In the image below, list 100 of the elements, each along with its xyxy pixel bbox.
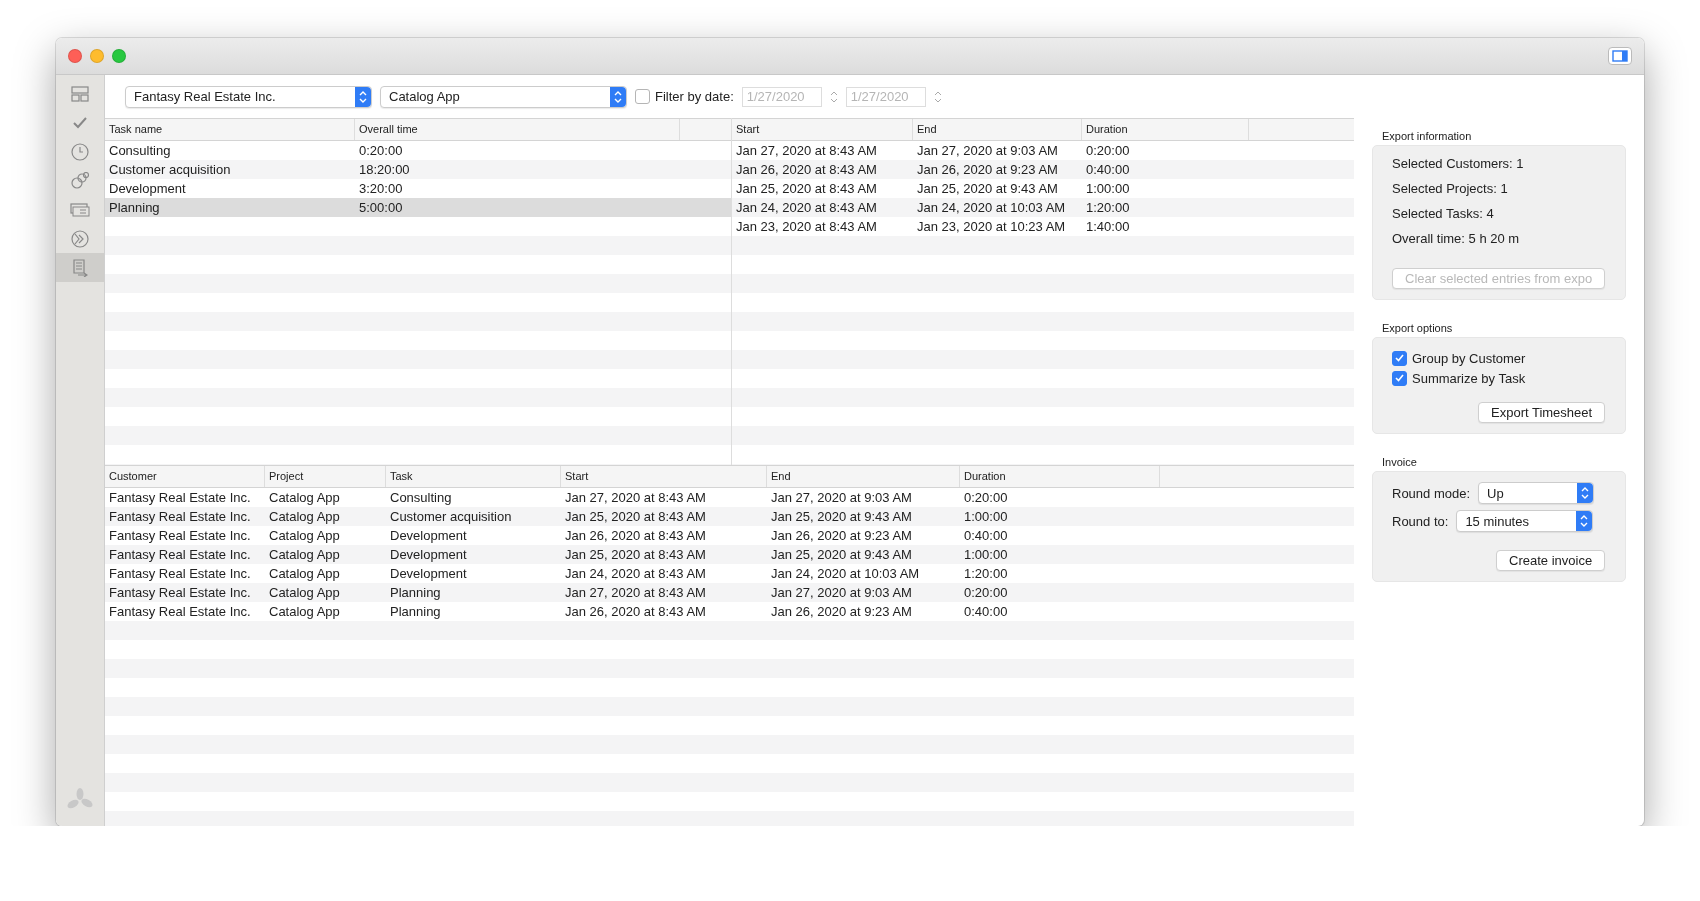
table-cell-text: Jan 26, 2020 at 9:23 AM: [916, 162, 1059, 177]
sidebar-icon: [1612, 50, 1628, 62]
column-header[interactable]: End: [913, 119, 1082, 140]
info-text: Selected Tasks: 4: [1392, 206, 1495, 223]
table-cell-text: 0:20:00: [963, 585, 1009, 600]
export-timesheet-button[interactable]: Export Timesheet: [1478, 402, 1606, 423]
table-cell-text: 0:20:00: [358, 143, 404, 158]
column-header[interactable]: Duration: [1082, 119, 1249, 140]
option-checkbox[interactable]: Group by Customer: [1392, 348, 1606, 368]
table-cell-text: Jan 24, 2020 at 10:03 AM: [916, 200, 1067, 215]
group-title: Export options: [1382, 322, 1454, 334]
banknote-icon: [70, 202, 90, 217]
zoom-button[interactable]: [112, 49, 126, 63]
checkmark-icon: [73, 116, 87, 129]
column-header[interactable]: Customer: [105, 466, 265, 487]
table-cell-text: Catalog App: [268, 604, 341, 619]
filter-by-date-checkbox[interactable]: Filter by date:: [635, 89, 734, 104]
table-cell-text: Customer acquisition: [389, 509, 513, 524]
table-cell-text: 3:20:00: [358, 181, 404, 196]
table-cell-text: 0:40:00: [963, 528, 1009, 543]
sidebar-toggle-button[interactable]: [1608, 47, 1632, 65]
table-cell-text: Jan 26, 2020 at 8:43 AM: [564, 604, 707, 619]
stepper-icon: [1577, 483, 1594, 503]
round-mode-label: Round mode:: [1392, 485, 1471, 501]
column-header[interactable]: Start: [732, 119, 913, 140]
option-checkbox[interactable]: Summarize by Task: [1392, 368, 1606, 388]
table-cell-text: Development: [389, 547, 468, 562]
table-cell-text: Jan 25, 2020 at 9:43 AM: [770, 547, 913, 562]
table-cell-text: Jan 27, 2020 at 8:43 AM: [735, 143, 878, 158]
checkmark-icon: [1395, 354, 1404, 362]
table-cell-text: 1:20:00: [1085, 200, 1131, 215]
layout-icon: [71, 85, 89, 102]
minimize-button[interactable]: [90, 49, 104, 63]
project-select[interactable]: Catalog App: [380, 85, 627, 108]
clock-icon: [71, 142, 89, 161]
table-cell-text: Jan 27, 2020 at 9:03 AM: [770, 490, 913, 505]
column-header[interactable]: Task: [386, 466, 561, 487]
stepper-icon: [610, 86, 626, 107]
table-cell-text: 1:00:00: [963, 509, 1009, 524]
table-cell-text: Catalog App: [268, 528, 341, 543]
table-cell-text: Jan 23, 2020 at 8:43 AM: [735, 219, 878, 234]
table-cell-text: Jan 26, 2020 at 8:43 AM: [564, 528, 707, 543]
task-row[interactable]: Customer acquisition 18:20:00: [105, 160, 731, 179]
info-text: Overall time: 5 h 20 m: [1392, 231, 1521, 248]
table-cell-text: 18:20:00: [358, 162, 411, 177]
table-cell-text: Jan 25, 2020 at 9:43 AM: [916, 181, 1059, 196]
column-header[interactable]: Start: [561, 466, 767, 487]
table-cell-text: 1:00:00: [1085, 181, 1131, 196]
table-cell-text: 5:00:00: [358, 200, 404, 215]
group-title: Invoice: [1382, 456, 1418, 468]
task-row[interactable]: Planning 5:00:00: [105, 198, 731, 217]
round-to-select[interactable]: 15 minutes: [1456, 510, 1594, 532]
table-cell-text: Consulting: [108, 143, 172, 158]
table-cell-text: 1:40:00: [1085, 219, 1131, 234]
column-header[interactable]: Overall time: [355, 119, 680, 140]
table-cell-text: Jan 25, 2020 at 8:43 AM: [564, 547, 707, 562]
table-cell-text: Jan 27, 2020 at 8:43 AM: [564, 490, 707, 505]
table-cell-text: Jan 27, 2020 at 9:03 AM: [770, 585, 913, 600]
table-cell-text: Development: [108, 181, 187, 196]
report-icon: [72, 258, 88, 277]
table-cell-text: Catalog App: [268, 566, 341, 581]
table-cell-text: 0:20:00: [963, 490, 1009, 505]
table-cell-text: Development: [389, 566, 468, 581]
table-cell-text: Jan 24, 2020 at 8:43 AM: [564, 566, 707, 581]
task-row[interactable]: Development 3:20:00: [105, 179, 731, 198]
table-cell-text: Fantasy Real Estate Inc.: [108, 585, 252, 600]
column-header[interactable]: Task name: [105, 119, 355, 140]
table-cell-text: Catalog App: [268, 585, 341, 600]
table-cell-text: Jan 24, 2020 at 8:43 AM: [735, 200, 878, 215]
table-cell-text: Catalog App: [268, 490, 341, 505]
stepper-icon: [1576, 511, 1593, 531]
column-header[interactable]: End: [767, 466, 960, 487]
stepper-icon: [355, 86, 371, 107]
sidebar-item[interactable]: [56, 253, 104, 282]
round-mode-select[interactable]: Up: [1478, 482, 1595, 504]
table-cell-text: Catalog App: [268, 547, 341, 562]
table-cell-text: 0:40:00: [1085, 162, 1131, 177]
column-header[interactable]: Project: [265, 466, 386, 487]
close-button[interactable]: [68, 49, 82, 63]
table-cell-text: Customer acquisition: [108, 162, 232, 177]
table-cell-text: Planning: [389, 604, 442, 619]
create-invoice-button[interactable]: Create invoice: [1496, 550, 1606, 571]
table-cell-text: 1:20:00: [963, 566, 1009, 581]
customer-select[interactable]: Fantasy Real Estate Inc.: [125, 85, 372, 108]
info-text: Selected Customers: 1: [1392, 156, 1525, 173]
globe-icon: [71, 229, 89, 248]
table-cell-text: Catalog App: [268, 509, 341, 524]
task-row[interactable]: Consulting 0:20:00: [105, 141, 731, 160]
table-cell-text: Jan 27, 2020 at 8:43 AM: [564, 585, 707, 600]
table-cell-text: Fantasy Real Estate Inc.: [108, 547, 252, 562]
table-cell-text: Jan 25, 2020 at 8:43 AM: [735, 181, 878, 196]
table-cell-text: Fantasy Real Estate Inc.: [108, 566, 252, 581]
column-header[interactable]: Duration: [960, 466, 1160, 487]
table-cell-text: 0:40:00: [963, 604, 1009, 619]
checkmark-icon: [1395, 374, 1404, 382]
table-cell-text: Jan 26, 2020 at 9:23 AM: [770, 604, 913, 619]
table-cell-text: Jan 23, 2020 at 10:23 AM: [916, 219, 1067, 234]
table-cell-text: Jan 25, 2020 at 8:43 AM: [564, 509, 707, 524]
table-cell-text: Jan 27, 2020 at 9:03 AM: [916, 143, 1059, 158]
round-to-label: Round to:: [1392, 513, 1449, 529]
